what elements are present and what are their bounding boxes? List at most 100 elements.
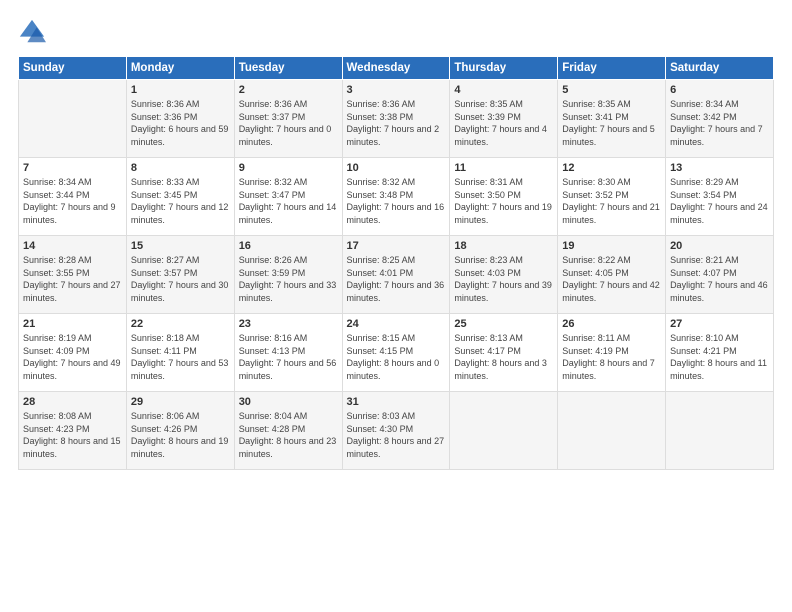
day-cell: 28 Sunrise: 8:08 AMSunset: 4:23 PMDayligh…: [19, 392, 127, 470]
day-cell: 15Sunrise: 8:27 AMSunset: 3:57 PMDayligh…: [126, 236, 234, 314]
day-info: Sunrise: 8:21 AMSunset: 4:07 PMDaylight:…: [670, 254, 769, 304]
calendar-table: SundayMondayTuesdayWednesdayThursdayFrid…: [18, 56, 774, 470]
col-header-tuesday: Tuesday: [234, 57, 342, 80]
day-cell: 1 Sunrise: 8:36 AMSunset: 3:36 PMDaylight…: [126, 80, 234, 158]
day-cell: 10 Sunrise: 8:32 AMSunset: 3:48 PMDayligh…: [342, 158, 450, 236]
day-number: 11: [454, 162, 553, 174]
logo: [18, 18, 50, 46]
day-cell: 16 Sunrise: 8:26 AMSunset: 3:59 PMDayligh…: [234, 236, 342, 314]
day-number: 17: [347, 240, 446, 252]
day-info: Sunrise: 8:29 AMSunset: 3:54 PMDaylight:…: [670, 176, 769, 226]
day-info: Sunrise: 8:35 AMSunset: 3:39 PMDaylight:…: [454, 98, 553, 148]
page: SundayMondayTuesdayWednesdayThursdayFrid…: [0, 0, 792, 612]
day-info: Sunrise: 8:13 AMSunset: 4:17 PMDaylight:…: [454, 332, 553, 382]
day-info: Sunrise: 8:22 AMSunset: 4:05 PMDaylight:…: [562, 254, 661, 304]
day-cell: 21 Sunrise: 8:19 AMSunset: 4:09 PMDayligh…: [19, 314, 127, 392]
week-row-2: 7 Sunrise: 8:34 AMSunset: 3:44 PMDaylight…: [19, 158, 774, 236]
day-info: Sunrise: 8:34 AMSunset: 3:44 PMDaylight:…: [23, 176, 122, 226]
day-cell: [558, 392, 666, 470]
day-number: 22: [131, 318, 230, 330]
day-number: 14: [23, 240, 122, 252]
day-cell: 24 Sunrise: 8:15 AMSunset: 4:15 PMDayligh…: [342, 314, 450, 392]
day-info: Sunrise: 8:35 AMSunset: 3:41 PMDaylight:…: [562, 98, 661, 148]
day-cell: 26 Sunrise: 8:11 AMSunset: 4:19 PMDayligh…: [558, 314, 666, 392]
day-cell: 22 Sunrise: 8:18 AMSunset: 4:11 PMDayligh…: [126, 314, 234, 392]
day-number: 7: [23, 162, 122, 174]
day-number: 15: [131, 240, 230, 252]
day-info: Sunrise: 8:31 AMSunset: 3:50 PMDaylight:…: [454, 176, 553, 226]
day-number: 6: [670, 84, 769, 96]
day-cell: 23Sunrise: 8:16 AMSunset: 4:13 PMDayligh…: [234, 314, 342, 392]
day-number: 24: [347, 318, 446, 330]
col-header-friday: Friday: [558, 57, 666, 80]
day-cell: 8 Sunrise: 8:33 AMSunset: 3:45 PMDaylight…: [126, 158, 234, 236]
day-info: Sunrise: 8:36 AMSunset: 3:37 PMDaylight:…: [239, 98, 338, 148]
day-info: Sunrise: 8:36 AMSunset: 3:36 PMDaylight:…: [131, 98, 230, 148]
day-cell: 2 Sunrise: 8:36 AMSunset: 3:37 PMDaylight…: [234, 80, 342, 158]
day-info: Sunrise: 8:16 AMSunset: 4:13 PMDaylight:…: [239, 332, 338, 382]
day-cell: [19, 80, 127, 158]
day-cell: 5 Sunrise: 8:35 AMSunset: 3:41 PMDaylight…: [558, 80, 666, 158]
day-number: 4: [454, 84, 553, 96]
day-info: Sunrise: 8:33 AMSunset: 3:45 PMDaylight:…: [131, 176, 230, 226]
day-number: 27: [670, 318, 769, 330]
day-cell: 31Sunrise: 8:03 AMSunset: 4:30 PMDayligh…: [342, 392, 450, 470]
logo-icon: [18, 18, 46, 46]
day-number: 30: [239, 396, 338, 408]
day-cell: [666, 392, 774, 470]
day-number: 29: [131, 396, 230, 408]
day-number: 1: [131, 84, 230, 96]
day-info: Sunrise: 8:15 AMSunset: 4:15 PMDaylight:…: [347, 332, 446, 382]
day-number: 9: [239, 162, 338, 174]
day-number: 13: [670, 162, 769, 174]
day-cell: 29 Sunrise: 8:06 AMSunset: 4:26 PMDayligh…: [126, 392, 234, 470]
day-number: 5: [562, 84, 661, 96]
week-row-4: 21 Sunrise: 8:19 AMSunset: 4:09 PMDayligh…: [19, 314, 774, 392]
col-header-sunday: Sunday: [19, 57, 127, 80]
header: [18, 18, 774, 46]
day-number: 28: [23, 396, 122, 408]
day-info: Sunrise: 8:32 AMSunset: 3:47 PMDaylight:…: [239, 176, 338, 226]
day-number: 10: [347, 162, 446, 174]
day-number: 2: [239, 84, 338, 96]
day-number: 12: [562, 162, 661, 174]
day-cell: 9 Sunrise: 8:32 AMSunset: 3:47 PMDaylight…: [234, 158, 342, 236]
col-header-saturday: Saturday: [666, 57, 774, 80]
day-cell: 7 Sunrise: 8:34 AMSunset: 3:44 PMDaylight…: [19, 158, 127, 236]
day-info: Sunrise: 8:32 AMSunset: 3:48 PMDaylight:…: [347, 176, 446, 226]
day-info: Sunrise: 8:08 AMSunset: 4:23 PMDaylight:…: [23, 410, 122, 460]
day-info: Sunrise: 8:28 AMSunset: 3:55 PMDaylight:…: [23, 254, 122, 304]
day-info: Sunrise: 8:04 AMSunset: 4:28 PMDaylight:…: [239, 410, 338, 460]
day-cell: 11 Sunrise: 8:31 AMSunset: 3:50 PMDayligh…: [450, 158, 558, 236]
day-info: Sunrise: 8:30 AMSunset: 3:52 PMDaylight:…: [562, 176, 661, 226]
day-number: 21: [23, 318, 122, 330]
day-cell: 18Sunrise: 8:23 AMSunset: 4:03 PMDayligh…: [450, 236, 558, 314]
col-header-wednesday: Wednesday: [342, 57, 450, 80]
day-cell: 20 Sunrise: 8:21 AMSunset: 4:07 PMDayligh…: [666, 236, 774, 314]
day-cell: 6 Sunrise: 8:34 AMSunset: 3:42 PMDaylight…: [666, 80, 774, 158]
day-info: Sunrise: 8:36 AMSunset: 3:38 PMDaylight:…: [347, 98, 446, 148]
day-number: 26: [562, 318, 661, 330]
day-info: Sunrise: 8:34 AMSunset: 3:42 PMDaylight:…: [670, 98, 769, 148]
day-info: Sunrise: 8:06 AMSunset: 4:26 PMDaylight:…: [131, 410, 230, 460]
week-row-1: 1 Sunrise: 8:36 AMSunset: 3:36 PMDaylight…: [19, 80, 774, 158]
day-number: 3: [347, 84, 446, 96]
day-info: Sunrise: 8:18 AMSunset: 4:11 PMDaylight:…: [131, 332, 230, 382]
day-info: Sunrise: 8:19 AMSunset: 4:09 PMDaylight:…: [23, 332, 122, 382]
day-info: Sunrise: 8:25 AMSunset: 4:01 PMDaylight:…: [347, 254, 446, 304]
day-number: 16: [239, 240, 338, 252]
day-cell: 25Sunrise: 8:13 AMSunset: 4:17 PMDayligh…: [450, 314, 558, 392]
day-number: 8: [131, 162, 230, 174]
day-cell: 3 Sunrise: 8:36 AMSunset: 3:38 PMDaylight…: [342, 80, 450, 158]
day-cell: 19 Sunrise: 8:22 AMSunset: 4:05 PMDayligh…: [558, 236, 666, 314]
week-row-3: 14 Sunrise: 8:28 AMSunset: 3:55 PMDayligh…: [19, 236, 774, 314]
day-cell: 14 Sunrise: 8:28 AMSunset: 3:55 PMDayligh…: [19, 236, 127, 314]
day-number: 20: [670, 240, 769, 252]
day-cell: [450, 392, 558, 470]
day-info: Sunrise: 8:26 AMSunset: 3:59 PMDaylight:…: [239, 254, 338, 304]
day-cell: 27Sunrise: 8:10 AMSunset: 4:21 PMDayligh…: [666, 314, 774, 392]
day-cell: 30 Sunrise: 8:04 AMSunset: 4:28 PMDayligh…: [234, 392, 342, 470]
day-info: Sunrise: 8:11 AMSunset: 4:19 PMDaylight:…: [562, 332, 661, 382]
day-number: 19: [562, 240, 661, 252]
day-cell: 13 Sunrise: 8:29 AMSunset: 3:54 PMDayligh…: [666, 158, 774, 236]
